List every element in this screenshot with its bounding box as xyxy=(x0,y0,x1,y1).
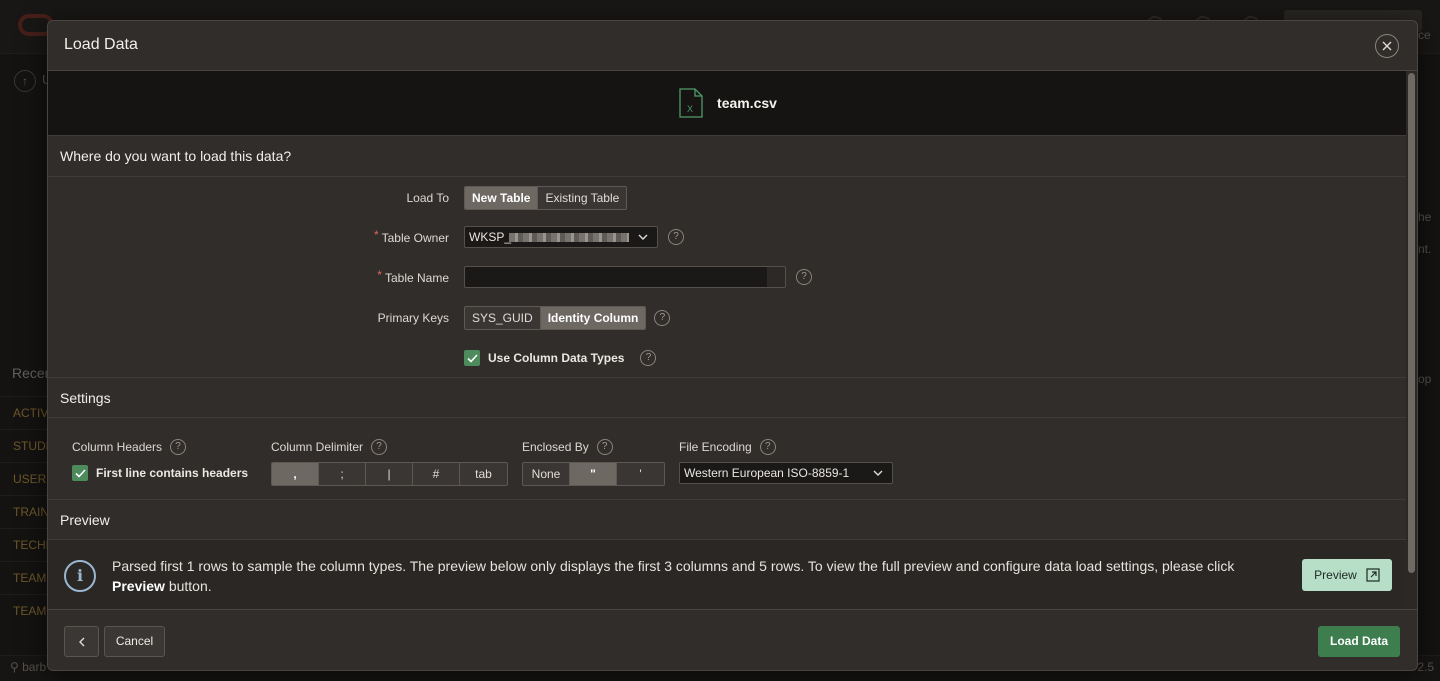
dialog-title: Load Data xyxy=(64,36,138,53)
delimiter-pipe-option[interactable]: | xyxy=(366,463,413,485)
table-name-label: * Table Name xyxy=(377,268,449,285)
dialog-header: Load Data xyxy=(48,21,1417,71)
primary-keys-label: Primary Keys xyxy=(377,311,449,325)
delimiter-hash-option[interactable]: # xyxy=(413,463,460,485)
column-delimiter-group: Column Delimiter? , ; | # tab xyxy=(271,438,508,486)
file-encoding-select[interactable]: Western European ISO-8859-1 xyxy=(679,462,893,484)
scrollbar-thumb[interactable] xyxy=(1408,73,1415,573)
preview-info-alert: i Parsed first 1 rows to sample the colu… xyxy=(48,540,1408,609)
required-marker: * xyxy=(377,268,382,282)
settings-form: Column Headers? First line contains head… xyxy=(48,418,1408,499)
help-icon[interactable]: ? xyxy=(170,439,187,455)
enclosed-by-toggle: None " ' xyxy=(522,462,665,486)
chevron-down-icon xyxy=(638,234,648,240)
enclosed-none-option[interactable]: None xyxy=(523,463,570,485)
use-column-types-label: Use Column Data Types xyxy=(488,351,625,365)
file-encoding-label: File Encoding? xyxy=(679,438,893,456)
destination-heading: Where do you want to load this data? xyxy=(48,136,1408,177)
delimiter-comma-option[interactable]: , xyxy=(272,463,319,485)
external-link-icon xyxy=(1366,568,1380,582)
primary-keys-toggle: SYS_GUID Identity Column xyxy=(464,306,647,330)
settings-heading: Settings xyxy=(48,377,1408,418)
redacted-text xyxy=(509,233,629,242)
table-owner-row: * Table Owner WKSP_ ? xyxy=(48,218,1408,258)
close-icon xyxy=(1382,41,1392,51)
help-icon[interactable]: ? xyxy=(640,350,657,366)
column-types-row: Use Column Data Types ? xyxy=(48,338,1408,378)
first-line-headers-checkbox[interactable] xyxy=(72,465,88,481)
load-data-dialog: Load Data X team.csv Where do you want t… xyxy=(47,20,1418,671)
enclosed-by-group: Enclosed By? None " ' xyxy=(522,438,665,486)
help-icon[interactable]: ? xyxy=(668,229,684,245)
column-headers-group: Column Headers? First line contains head… xyxy=(72,438,248,484)
sys-guid-option[interactable]: SYS_GUID xyxy=(465,307,541,329)
first-line-headers-label: First line contains headers xyxy=(96,466,249,480)
close-button[interactable] xyxy=(1375,34,1399,58)
help-icon[interactable]: ? xyxy=(796,269,812,285)
dialog-body: X team.csv Where do you want to load thi… xyxy=(48,71,1408,609)
file-banner: X team.csv xyxy=(48,71,1408,136)
svg-text:X: X xyxy=(687,104,693,114)
checkmark-icon xyxy=(466,353,478,363)
cancel-button[interactable]: Cancel xyxy=(104,626,165,657)
load-to-row: Load To New Table Existing Table xyxy=(48,178,1408,218)
load-data-button[interactable]: Load Data xyxy=(1318,626,1400,657)
enclosed-single-quote-option[interactable]: ' xyxy=(617,463,664,485)
help-icon[interactable]: ? xyxy=(371,439,388,455)
table-name-input[interactable] xyxy=(464,266,786,288)
destination-form: Load To New Table Existing Table * Table … xyxy=(48,177,1408,377)
new-table-option[interactable]: New Table xyxy=(465,187,539,209)
column-delimiter-label: Column Delimiter? xyxy=(271,438,508,456)
required-marker: * xyxy=(373,228,379,242)
table-owner-select[interactable]: WKSP_ xyxy=(464,226,658,248)
info-icon: i xyxy=(64,560,96,592)
preview-heading: Preview xyxy=(48,499,1408,540)
primary-keys-row: Primary Keys SYS_GUID Identity Column ? xyxy=(48,298,1408,338)
identity-column-option[interactable]: Identity Column xyxy=(540,307,646,329)
column-headers-label: Column Headers? xyxy=(72,438,248,456)
dialog-footer: Cancel Load Data xyxy=(48,609,1417,670)
dialog-scrollbar[interactable] xyxy=(1406,71,1417,609)
help-icon[interactable]: ? xyxy=(759,439,776,455)
column-delimiter-toggle: , ; | # tab xyxy=(271,462,508,486)
enclosed-double-quote-option[interactable]: " xyxy=(570,463,617,485)
preview-message: Parsed first 1 rows to sample the column… xyxy=(112,558,1235,594)
checkmark-icon xyxy=(74,468,86,478)
file-name: team.csv xyxy=(717,95,777,111)
table-name-row: * Table Name ? xyxy=(48,258,1408,298)
load-to-label: Load To xyxy=(406,191,450,205)
load-to-toggle: New Table Existing Table xyxy=(464,186,628,210)
file-encoding-group: File Encoding? Western European ISO-8859… xyxy=(679,438,893,484)
chevron-down-icon xyxy=(873,470,883,476)
preview-button[interactable]: Preview xyxy=(1302,559,1392,591)
use-column-types-checkbox[interactable] xyxy=(464,350,480,366)
help-icon[interactable]: ? xyxy=(654,310,671,326)
table-owner-label: * Table Owner xyxy=(373,228,449,245)
chevron-left-icon xyxy=(78,637,84,646)
delimiter-tab-option[interactable]: tab xyxy=(460,463,507,485)
help-icon[interactable]: ? xyxy=(596,439,613,455)
existing-table-option[interactable]: Existing Table xyxy=(538,187,627,209)
back-button[interactable] xyxy=(64,626,99,657)
excel-file-icon: X xyxy=(679,88,703,118)
delimiter-semicolon-option[interactable]: ; xyxy=(319,463,366,485)
enclosed-by-label: Enclosed By? xyxy=(522,438,665,456)
